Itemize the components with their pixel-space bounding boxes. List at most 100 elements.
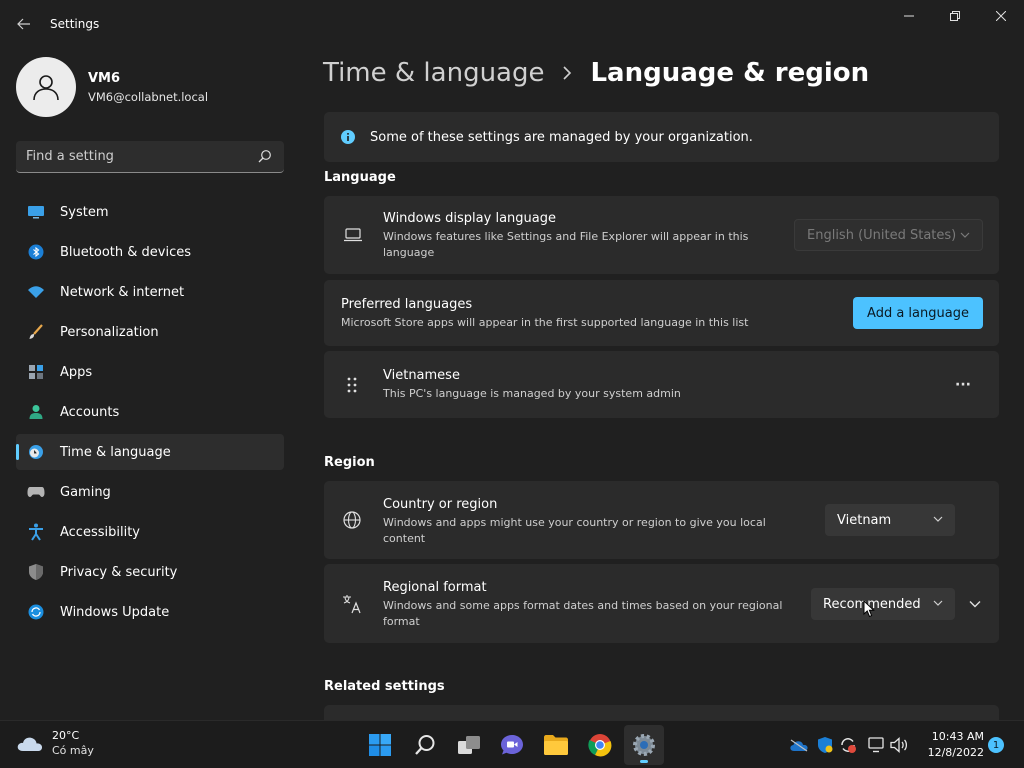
user-profile[interactable]: VM6 VM6@collabnet.local [16, 56, 208, 118]
sidebar-item-accessibility[interactable]: Accessibility [16, 514, 284, 550]
page-title: Language & region [590, 58, 870, 88]
sidebar-item-label: Personalization [60, 324, 159, 340]
sidebar-item-windows-update[interactable]: Windows Update [16, 594, 284, 630]
related-settings-header: Related settings [324, 679, 445, 694]
clock-time: 10:43 AM [931, 730, 984, 743]
sidebar-item-label: Windows Update [60, 604, 170, 620]
sidebar-item-bluetooth[interactable]: Bluetooth & devices [16, 234, 284, 270]
person-placeholder-icon [33, 75, 59, 101]
profile-email: VM6@collabnet.local [88, 89, 209, 104]
display-language-card: Windows display language Windows feature… [324, 196, 999, 274]
info-icon [341, 130, 355, 144]
chrome-icon [588, 734, 612, 757]
regional-format-card[interactable]: Regional format Windows and some apps fo… [324, 564, 999, 643]
preferred-languages-title: Preferred languages [341, 297, 473, 312]
country-region-desc: Windows and apps might use your country … [383, 516, 766, 545]
regional-format-dropdown[interactable]: Recommended [811, 588, 955, 620]
taskbar-task-view-button[interactable] [449, 725, 489, 765]
file-explorer-icon [544, 735, 568, 755]
taskbar-settings-button[interactable] [624, 725, 664, 765]
close-button[interactable] [978, 0, 1024, 32]
managed-info-banner: Some of these settings are managed by yo… [324, 112, 999, 162]
taskbar: 20°C Có mây 10:43 AM 12/8/2022 1 [0, 720, 1024, 768]
display-language-title: Windows display language [383, 211, 556, 226]
breadcrumb-parent-link[interactable]: Time & language [323, 58, 544, 88]
shield-icon [27, 563, 45, 581]
more-options-button[interactable]: ··· [946, 371, 980, 399]
wifi-icon [27, 283, 45, 301]
onedrive-icon[interactable] [789, 735, 809, 755]
drag-handle-icon[interactable] [347, 377, 357, 393]
breadcrumb: Time & language Language & region [323, 58, 869, 88]
weather-widget[interactable]: 20°C Có mây [16, 729, 94, 757]
person-icon [27, 403, 45, 421]
sidebar-item-label: Apps [60, 364, 93, 380]
volume-icon[interactable] [890, 735, 910, 755]
sidebar-nav: System Bluetooth & devices Network & int… [16, 194, 284, 634]
chevron-down-icon [933, 600, 943, 606]
gamepad-icon [27, 483, 45, 501]
sidebar-item-network[interactable]: Network & internet [16, 274, 284, 310]
clock[interactable]: 10:43 AM 12/8/2022 [918, 730, 984, 759]
taskbar-start-button[interactable] [360, 725, 400, 765]
sidebar-item-label: Accessibility [60, 524, 140, 540]
taskbar-file-explorer-button[interactable] [536, 725, 576, 765]
taskbar-search-button[interactable] [405, 725, 445, 765]
taskbar-chrome-button[interactable] [580, 725, 620, 765]
laptop-icon [344, 228, 362, 242]
settings-gear-icon [633, 734, 655, 756]
weather-temp: 20°C [52, 729, 80, 742]
update-icon [27, 603, 45, 621]
country-region-dropdown[interactable]: Vietnam [825, 504, 955, 536]
brush-icon [27, 323, 45, 341]
taskbar-chat-button[interactable] [492, 725, 532, 765]
sidebar-item-accounts[interactable]: Accounts [16, 394, 284, 430]
security-shield-tray-icon[interactable] [815, 735, 835, 755]
minimize-icon [904, 15, 914, 17]
search-input[interactable] [16, 149, 246, 164]
chat-icon [501, 735, 523, 755]
weather-desc: Có mây [52, 744, 94, 757]
avatar [16, 57, 76, 117]
cloud-icon [17, 737, 43, 751]
restore-icon [950, 11, 960, 21]
sidebar-item-privacy[interactable]: Privacy & security [16, 554, 284, 590]
chevron-down-icon [933, 516, 943, 522]
profile-name: VM6 [88, 70, 121, 86]
sidebar-item-label: Gaming [60, 484, 111, 500]
sidebar-item-time-language[interactable]: Time & language [16, 434, 284, 470]
sync-status-icon[interactable] [838, 735, 858, 755]
preferred-languages-desc: Microsoft Store apps will appear in the … [341, 316, 749, 329]
preferred-languages-card: Preferred languages Microsoft Store apps… [324, 280, 999, 346]
vietnamese-title: Vietnamese [383, 368, 460, 383]
title-bar: Settings [0, 0, 1024, 48]
windows-start-icon [369, 734, 391, 756]
display-language-desc: Windows features like Settings and File … [383, 230, 749, 259]
info-banner-text: Some of these settings are managed by yo… [370, 129, 753, 145]
clock-date: 12/8/2022 [927, 746, 984, 759]
sidebar-item-gaming[interactable]: Gaming [16, 474, 284, 510]
notification-badge[interactable]: 1 [988, 737, 1004, 753]
sidebar-item-label: Privacy & security [60, 564, 178, 580]
search-box[interactable] [16, 141, 284, 173]
sidebar-item-personalization[interactable]: Personalization [16, 314, 284, 350]
language-section-header: Language [324, 170, 396, 185]
sidebar-item-apps[interactable]: Apps [16, 354, 284, 390]
expand-chevron-icon[interactable] [969, 598, 981, 610]
sidebar-item-system[interactable]: System [16, 194, 284, 230]
minimize-button[interactable] [886, 0, 932, 32]
sidebar-item-label: Accounts [60, 404, 120, 420]
region-section-header: Region [324, 455, 375, 470]
close-icon [996, 11, 1006, 21]
restore-button[interactable] [932, 0, 978, 32]
add-language-button[interactable]: Add a language [853, 297, 983, 329]
language-format-icon [343, 595, 361, 614]
display-language-dropdown[interactable]: English (United States) [794, 219, 983, 251]
language-list-item-vietnamese: Vietnamese This PC's language is managed… [324, 351, 999, 418]
country-region-title: Country or region [383, 497, 498, 512]
regional-format-desc: Windows and some apps format dates and t… [383, 599, 783, 628]
network-tray-icon[interactable] [866, 735, 886, 755]
back-button[interactable] [10, 12, 38, 36]
search-icon[interactable] [258, 149, 272, 163]
display-language-value: English (United States) [807, 227, 957, 243]
